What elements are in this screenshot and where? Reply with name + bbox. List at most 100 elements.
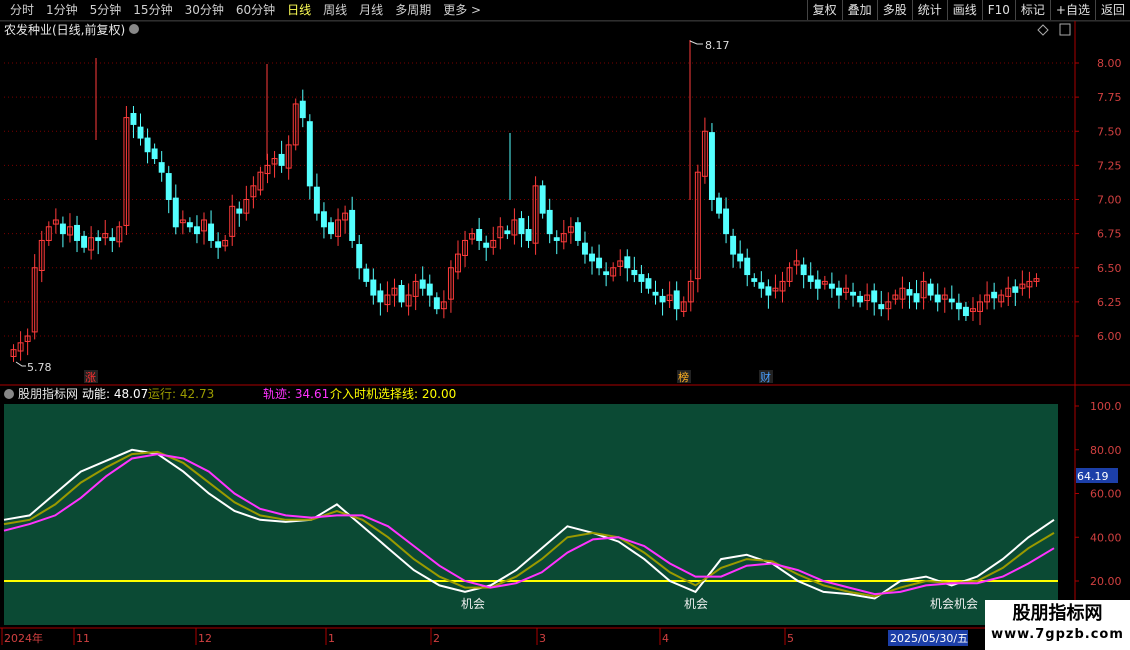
candle-body[interactable] <box>807 275 814 282</box>
candle-body[interactable] <box>800 264 807 276</box>
candle-body[interactable] <box>130 113 137 125</box>
candle-body[interactable] <box>278 153 285 166</box>
candle-body[interactable] <box>603 271 610 276</box>
candle-body[interactable] <box>370 279 377 296</box>
candle-body[interactable] <box>398 284 405 303</box>
candle-body[interactable] <box>934 294 941 303</box>
candle-body[interactable] <box>476 229 483 241</box>
candle-body[interactable] <box>363 268 370 282</box>
event-marker-1: 榜 <box>678 370 689 384</box>
candle-body[interactable] <box>95 237 102 241</box>
candle-body[interactable] <box>857 295 864 303</box>
candle-body[interactable] <box>320 211 327 228</box>
candle-body[interactable] <box>645 278 652 289</box>
candle-body[interactable] <box>1012 286 1019 293</box>
candle-body[interactable] <box>151 148 158 160</box>
candle-body[interactable] <box>596 257 603 269</box>
candle-body[interactable] <box>546 209 553 235</box>
candle-body[interactable] <box>659 295 666 303</box>
indicator-tick-label: 100.0 <box>1090 400 1122 413</box>
candle-body[interactable] <box>59 223 66 235</box>
candle-body[interactable] <box>758 282 765 289</box>
candle-body[interactable] <box>737 253 744 262</box>
price-tick-label: 6.50 <box>1097 262 1122 275</box>
indicator-dropdown-icon[interactable] <box>4 389 14 399</box>
indicator-tick-label: 60.00 <box>1090 488 1122 501</box>
candle-body[interactable] <box>962 306 969 317</box>
candle-body[interactable] <box>828 283 835 289</box>
candle-body[interactable] <box>518 218 525 235</box>
candle-body[interactable] <box>419 279 426 289</box>
candle-body[interactable] <box>991 291 998 299</box>
candle-body[interactable] <box>74 224 80 241</box>
price-tick-label: 6.25 <box>1097 296 1122 309</box>
candle-body[interactable] <box>871 290 878 303</box>
event-marker-0: 涨 <box>85 371 96 384</box>
indicator-tick-label: 40.00 <box>1090 531 1122 544</box>
candle-body[interactable] <box>927 283 934 296</box>
candle-body[interactable] <box>708 132 715 201</box>
candle-body[interactable] <box>186 222 193 228</box>
candle-body[interactable] <box>730 235 737 255</box>
candle-body[interactable] <box>306 121 313 187</box>
chart-canvas[interactable]: 农发种业(日线,前复权) 8.00 7.75 7.50 7.25 7.00 6.75 6.50… <box>0 0 1130 650</box>
candle-body[interactable] <box>426 283 433 296</box>
candle-body[interactable] <box>652 291 659 296</box>
candle-body[interactable] <box>638 274 645 282</box>
candle-body[interactable] <box>144 137 151 153</box>
candle-body[interactable] <box>631 269 638 276</box>
candle-body[interactable] <box>165 173 172 201</box>
candle-body[interactable] <box>193 226 200 235</box>
candle-body[interactable] <box>850 291 857 296</box>
panel-toggle-icon[interactable] <box>1059 23 1071 36</box>
candle-body[interactable] <box>906 289 913 296</box>
dropdown-icon[interactable] <box>129 24 139 34</box>
candle-body[interactable] <box>589 253 595 262</box>
candle-body[interactable] <box>624 256 631 269</box>
cursor-date-label: 2025/05/30/五 <box>890 632 968 645</box>
candle-body[interactable] <box>835 287 842 296</box>
candle-body[interactable] <box>377 290 384 303</box>
candle-body[interactable] <box>158 162 165 173</box>
x-axis-label: 12 <box>198 632 212 645</box>
candle-body[interactable] <box>215 241 222 248</box>
x-axis-label: 3 <box>539 632 546 645</box>
candle-body[interactable] <box>313 186 320 214</box>
yunxing-readout: 运行: 42.73 <box>148 387 214 401</box>
candle-body[interactable] <box>581 242 588 255</box>
x-axis-label: 1 <box>328 632 335 645</box>
candle-body[interactable] <box>814 279 821 289</box>
candle-body[interactable] <box>356 244 363 269</box>
candle-body[interactable] <box>723 208 730 235</box>
candle-body[interactable] <box>539 185 546 214</box>
candle-body[interactable] <box>81 235 88 248</box>
candle-body[interactable] <box>948 298 955 303</box>
watermark-title: 股朋指标网 <box>1012 603 1103 624</box>
candle-body[interactable] <box>137 126 144 139</box>
candle-body[interactable] <box>955 302 962 310</box>
low-price-label: 5.78 <box>27 361 52 374</box>
candle-body[interactable] <box>433 297 440 310</box>
candle-body[interactable] <box>299 100 306 119</box>
candle-body[interactable] <box>751 278 758 282</box>
candle-body[interactable] <box>673 290 680 310</box>
candle-body[interactable] <box>328 222 334 235</box>
candle-body[interactable] <box>109 237 116 241</box>
candle-body[interactable] <box>208 223 215 241</box>
candle-body[interactable] <box>525 229 532 241</box>
candle-body[interactable] <box>765 286 772 296</box>
candle-body[interactable] <box>349 209 356 241</box>
candle-body[interactable] <box>553 237 560 241</box>
candle-body[interactable] <box>236 208 243 214</box>
candle-body[interactable] <box>744 257 751 276</box>
candle-body[interactable] <box>913 293 920 303</box>
candle-body[interactable] <box>574 222 581 241</box>
signal-label-0: 机会 <box>461 597 485 611</box>
diamond-icon[interactable] <box>1037 24 1049 36</box>
candle-body[interactable] <box>716 197 722 214</box>
candle-body[interactable] <box>878 304 885 310</box>
signal-label-2: 机会机会 <box>930 597 978 611</box>
candle-body[interactable] <box>504 230 511 235</box>
candle-body[interactable] <box>483 242 490 248</box>
candle-body[interactable] <box>172 197 179 228</box>
